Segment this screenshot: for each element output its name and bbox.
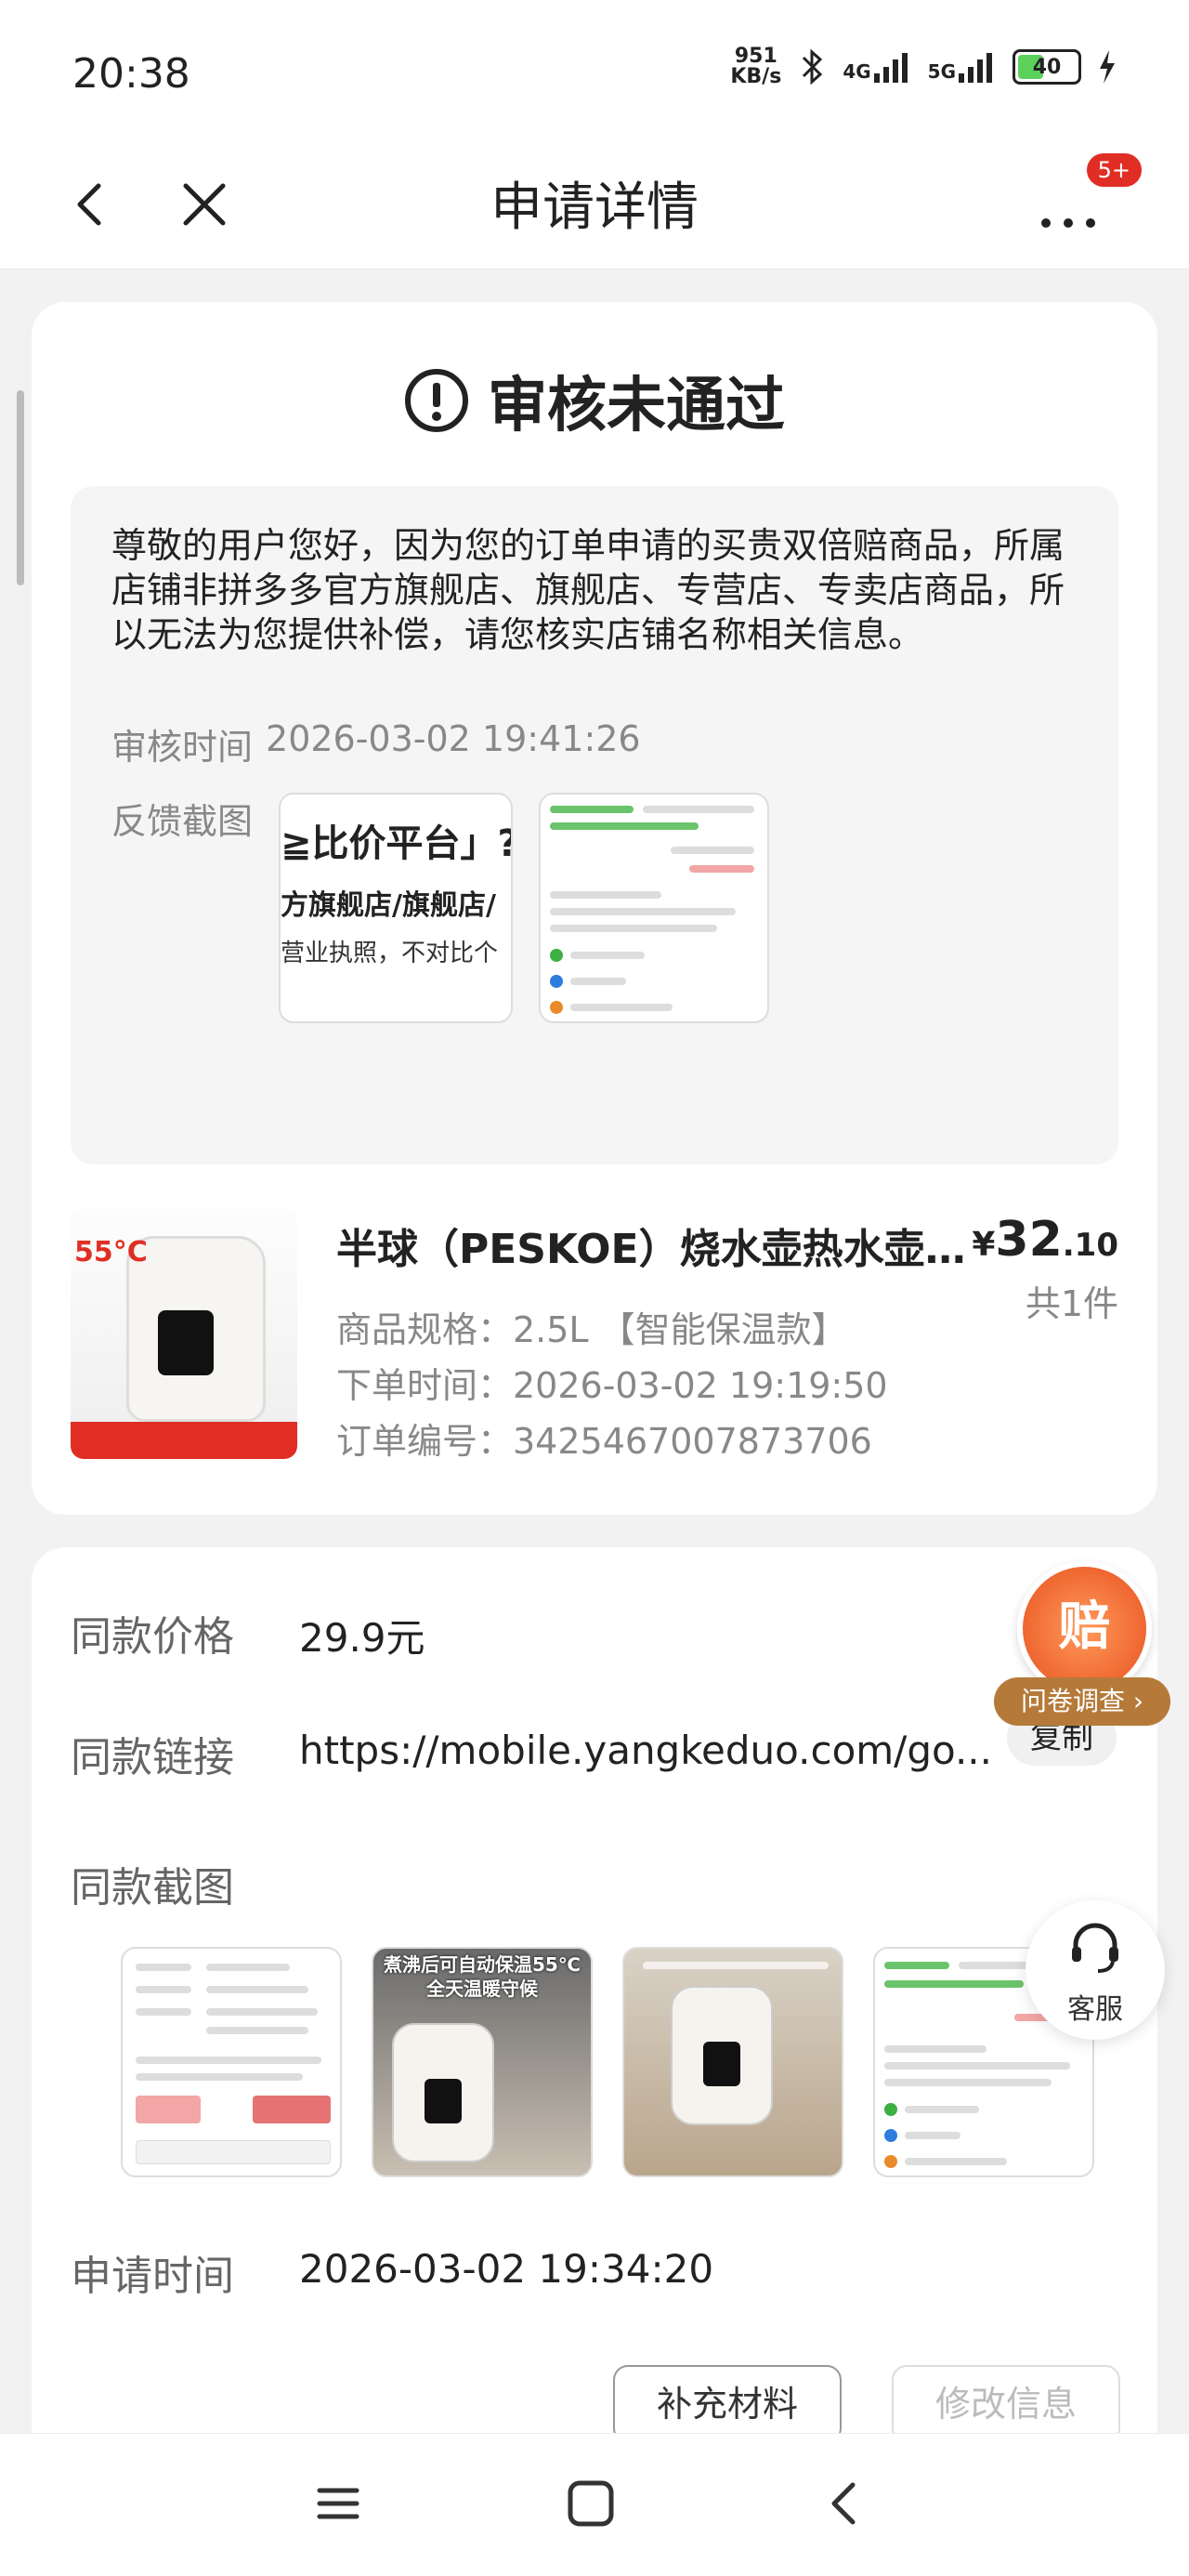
charging-icon [1100,50,1115,84]
result-card: 审核未通过 尊敬的用户您好，因为您的订单申请的买贵双倍赔商品，所属店铺非拼多多官… [32,302,1157,1515]
reason-box: 尊敬的用户您好，因为您的订单申请的买贵双倍赔商品，所属店铺非拼多多官方旗舰店、旗… [71,486,1118,1164]
message-badge: 5+ [1083,151,1144,190]
menu-icon[interactable] [310,2476,366,2531]
audit-time-row: 审核时间 2026-03-02 19:41:26 [111,718,641,769]
net-speed: 951 KB/s [730,45,782,88]
survey-label[interactable]: 问卷调查 › [994,1677,1170,1726]
reason-text: 尊敬的用户您好，因为您的订单申请的买贵双倍赔商品，所属店铺非拼多多官方旗舰店、旗… [111,525,1065,655]
scrollbar[interactable] [17,390,24,585]
headset-icon [1072,1923,1118,1973]
feedback-label: 反馈截图 [111,801,254,842]
order-number: 订单编号：3425467007873706 [336,1421,872,1462]
same-price-value: 29.9元 [299,1615,425,1661]
product-spec: 商品规格：2.5L 【智能保温款】 [336,1309,847,1350]
status-bar: 20:38 951 KB/s 4G 5G 40 [0,0,1189,139]
same-screenshot-1[interactable] [121,1947,342,2177]
header: 申请详情 5+ [0,139,1189,269]
signal-4g: 4G [843,51,910,83]
product-quantity: 共1件 [1025,1283,1118,1324]
apply-time-label: 申请时间 [71,2253,234,2300]
customer-service-button[interactable]: 客服 [1026,1900,1165,2040]
apply-time-value: 2026-03-02 19:34:20 [299,2246,714,2292]
feedback-screenshot-2[interactable] [539,793,769,1023]
modify-info-button[interactable]: 修改信息 [892,2365,1120,2443]
review-status: 审核未通过 [32,358,1157,443]
home-icon[interactable] [563,2476,619,2531]
signal-5g: 5G [928,51,996,83]
back-nav-icon[interactable] [817,2476,873,2531]
customer-service-label: 客服 [1067,1993,1123,2026]
product-price: ¥32.10 [972,1212,1118,1268]
page-title: 申请详情 [490,177,699,238]
compensation-survey-widget[interactable]: 赔 问卷调查 › [994,1561,1170,1747]
status-icons: 951 KB/s 4G 5G 40 [730,46,1117,87]
system-nav-bar [0,2433,1189,2576]
product-name: 半球（PESKOE）烧水壶热水壶... [336,1226,968,1273]
same-link-value: https://mobile.yangkeduo.com/go... [299,1728,992,1773]
status-time: 20:38 [72,50,190,98]
same-price-label: 同款价格 [71,1613,234,1661]
audit-time-value: 2026-03-02 19:41:26 [266,718,641,759]
same-screenshot-2[interactable]: 煮沸后可自动保温55℃ 全天温暖守候 [372,1947,593,2177]
audit-time-label: 审核时间 [111,727,254,768]
battery-icon: 40 [1013,49,1081,85]
same-link-label: 同款链接 [71,1734,234,1781]
warning-icon [405,369,468,432]
same-screenshot-3[interactable] [622,1947,843,2177]
supplement-materials-button[interactable]: 补充材料 [613,2365,842,2443]
order-time: 下单时间：2026-03-02 19:19:50 [336,1365,888,1406]
compensation-icon[interactable]: 赔 [1017,1561,1152,1696]
product-item[interactable]: 55°C 半球（PESKOE）烧水壶热水壶... ¥32.10 共1件 商品规格… [71,1208,1118,1462]
feedback-screenshot-1[interactable]: ≧比价平台」? 方旗舰店/旗舰店/ 营业执照，不对比个 [279,793,513,1023]
product-image[interactable]: 55°C [71,1208,297,1459]
screenshots-label: 同款截图 [71,1864,234,1912]
status-title: 审核未通过 [488,372,785,440]
bluetooth-icon [803,48,823,85]
